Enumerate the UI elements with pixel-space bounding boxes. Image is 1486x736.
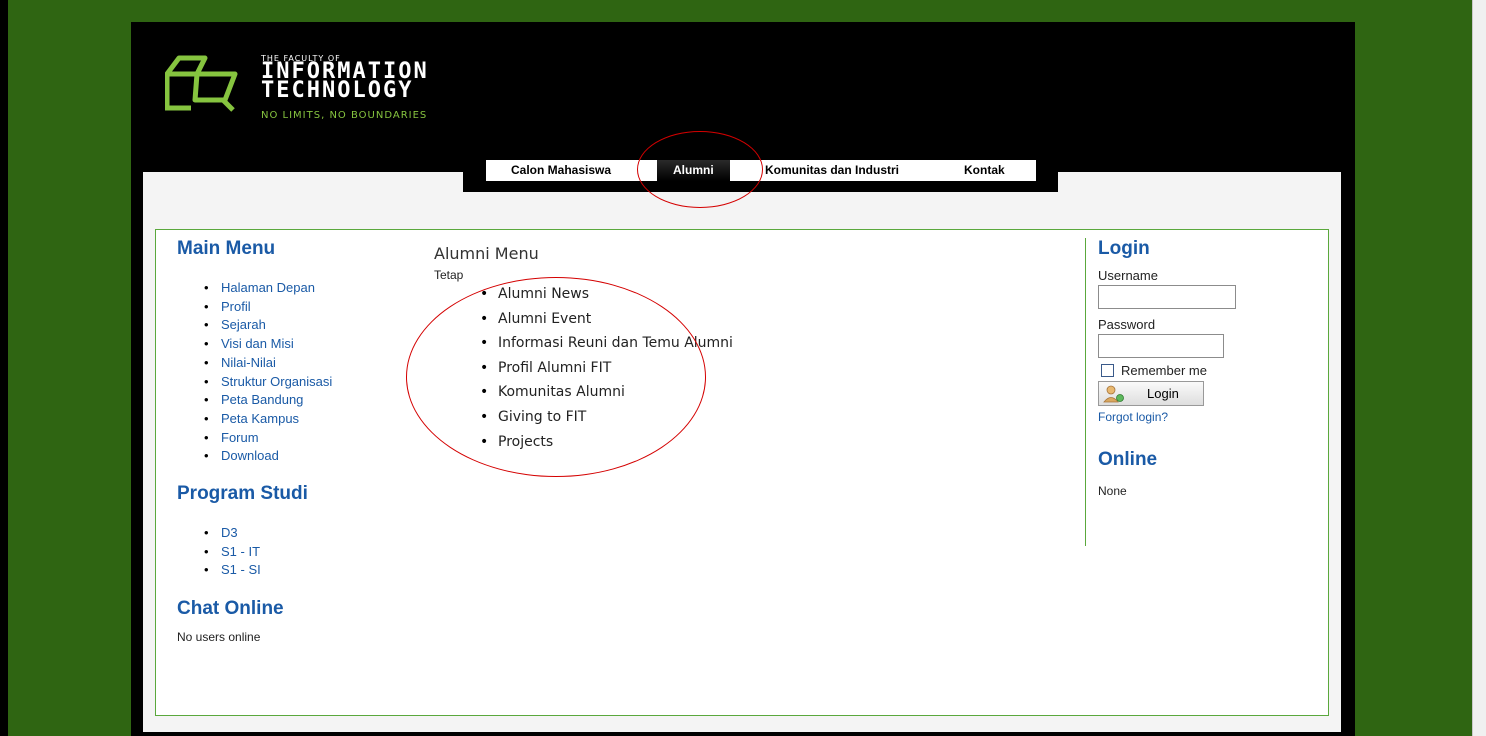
remember-me-checkbox[interactable] — [1101, 364, 1114, 377]
page-frame: THE FACULTY OF INFORMATION TECHNOLOGY NO… — [131, 22, 1355, 736]
main-menu-item-struktur-organisasi[interactable]: Struktur Organisasi — [204, 373, 417, 392]
logo-line-2: TECHNOLOGY — [261, 78, 414, 103]
main-menu-item-peta-kampus[interactable]: Peta Kampus — [204, 410, 417, 429]
program-studi-title: Program Studi — [177, 483, 308, 505]
main-menu-item-nilai-nilai[interactable]: Nilai-Nilai — [204, 354, 417, 373]
program-studi-item-d3[interactable]: D3 — [204, 524, 417, 543]
online-status: None — [1098, 484, 1127, 498]
site-logo[interactable]: THE FACULTY OF INFORMATION TECHNOLOGY NO… — [165, 52, 495, 122]
nav-item-alumni[interactable]: Alumni — [657, 160, 730, 181]
main-menu-list: Halaman Depan Profil Sejarah Visi dan Mi… — [204, 279, 417, 466]
program-studi-item-s1-it[interactable]: S1 - IT — [204, 543, 417, 562]
password-input[interactable] — [1098, 334, 1224, 358]
left-sidebar: Main Menu Halaman Depan Profil Sejarah V… — [177, 238, 417, 644]
alumni-item-komunitas[interactable]: Komunitas Alumni — [480, 380, 1034, 405]
window-left-border — [0, 0, 8, 736]
nav-item-kontak[interactable]: Kontak — [964, 160, 1005, 181]
login-title: Login — [1098, 238, 1150, 259]
right-sidebar: Login Username Password Remember me Logi… — [1085, 238, 1315, 546]
main-menu-item-sejarah[interactable]: Sejarah — [204, 316, 417, 335]
chat-online-status: No users online — [177, 630, 261, 645]
content-area: Main Menu Halaman Depan Profil Sejarah V… — [143, 172, 1341, 732]
username-input[interactable] — [1098, 285, 1236, 309]
logo-tagline: NO LIMITS, NO BOUNDARIES — [261, 110, 428, 121]
alumni-menu-subtitle: Tetap — [434, 268, 464, 282]
forgot-login-link[interactable]: Forgot login? — [1098, 410, 1315, 424]
alumni-item-reuni[interactable]: Informasi Reuni dan Temu Alumni — [480, 331, 1034, 356]
vertical-scrollbar[interactable] — [1472, 0, 1486, 736]
logo-title: INFORMATION TECHNOLOGY — [261, 61, 429, 103]
main-menu-item-peta-bandung[interactable]: Peta Bandung — [204, 391, 417, 410]
alumni-item-giving[interactable]: Giving to FIT — [480, 405, 1034, 430]
fit-logo-icon — [165, 55, 238, 112]
login-button-label: Login — [1147, 386, 1179, 401]
alumni-item-news[interactable]: Alumni News — [480, 282, 1034, 307]
alumni-menu-list: Alumni News Alumni Event Informasi Reuni… — [480, 282, 1034, 454]
main-menu-item-download[interactable]: Download — [204, 447, 417, 466]
online-title: Online — [1098, 449, 1158, 470]
program-studi-item-s1-si[interactable]: S1 - SI — [204, 561, 417, 580]
main-menu-item-forum[interactable]: Forum — [204, 429, 417, 448]
alumni-menu-title: Alumni Menu — [434, 244, 539, 263]
chat-online-title: Chat Online — [177, 598, 284, 620]
nav-item-calon-mahasiswa[interactable]: Calon Mahasiswa — [511, 160, 611, 181]
main-menu-title: Main Menu — [177, 238, 276, 259]
main-menu-item-halaman-depan[interactable]: Halaman Depan — [204, 279, 417, 298]
alumni-item-projects[interactable]: Projects — [480, 430, 1034, 455]
alumni-item-profil[interactable]: Profil Alumni FIT — [480, 356, 1034, 381]
main-menu-item-visi-misi[interactable]: Visi dan Misi — [204, 335, 417, 354]
top-navigation: Calon Mahasiswa Alumni Komunitas dan Ind… — [463, 160, 1058, 192]
login-button[interactable]: Login — [1098, 381, 1204, 406]
password-label: Password — [1098, 317, 1156, 332]
remember-me-row[interactable]: Remember me — [1098, 363, 1315, 378]
user-login-icon — [1103, 385, 1124, 402]
main-menu-item-profil[interactable]: Profil — [204, 298, 417, 317]
remember-me-label: Remember me — [1121, 363, 1207, 378]
program-studi-list: D3 S1 - IT S1 - SI — [204, 524, 417, 580]
nav-item-komunitas-industri[interactable]: Komunitas dan Industri — [765, 160, 899, 181]
alumni-item-event[interactable]: Alumni Event — [480, 307, 1034, 332]
nav-items-bar: Calon Mahasiswa Alumni Komunitas dan Ind… — [486, 160, 1036, 181]
content-box: Main Menu Halaman Depan Profil Sejarah V… — [155, 229, 1329, 716]
username-label: Username — [1098, 268, 1158, 283]
alumni-menu-panel: Alumni Menu Tetap Alumni News Alumni Eve… — [434, 244, 1034, 454]
